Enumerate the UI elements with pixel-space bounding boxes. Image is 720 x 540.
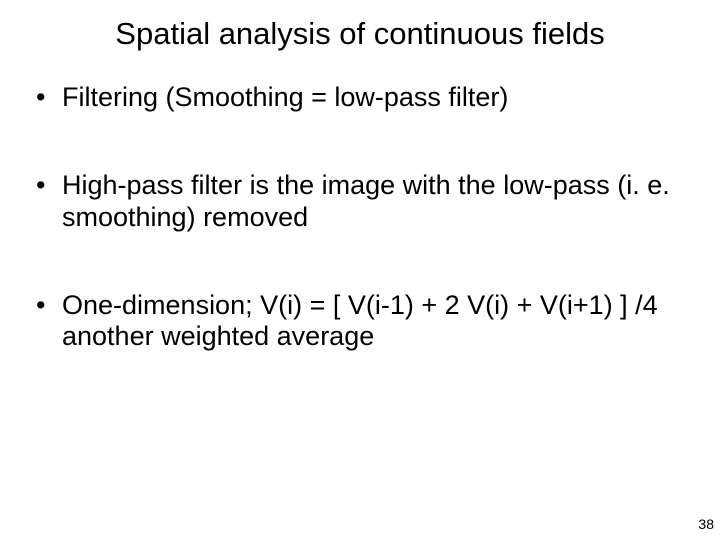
list-item: High-pass filter is the image with the l… [36, 170, 680, 234]
slide: Spatial analysis of continuous fields Fi… [0, 0, 720, 540]
bullet-list: Filtering (Smoothing = low-pass filter) … [0, 82, 720, 353]
page-number: 38 [698, 516, 714, 532]
list-item: Filtering (Smoothing = low-pass filter) [36, 82, 680, 114]
list-item: One-dimension; V(i) = [ V(i-1) + 2 V(i) … [36, 290, 680, 354]
slide-title: Spatial analysis of continuous fields [0, 0, 720, 62]
